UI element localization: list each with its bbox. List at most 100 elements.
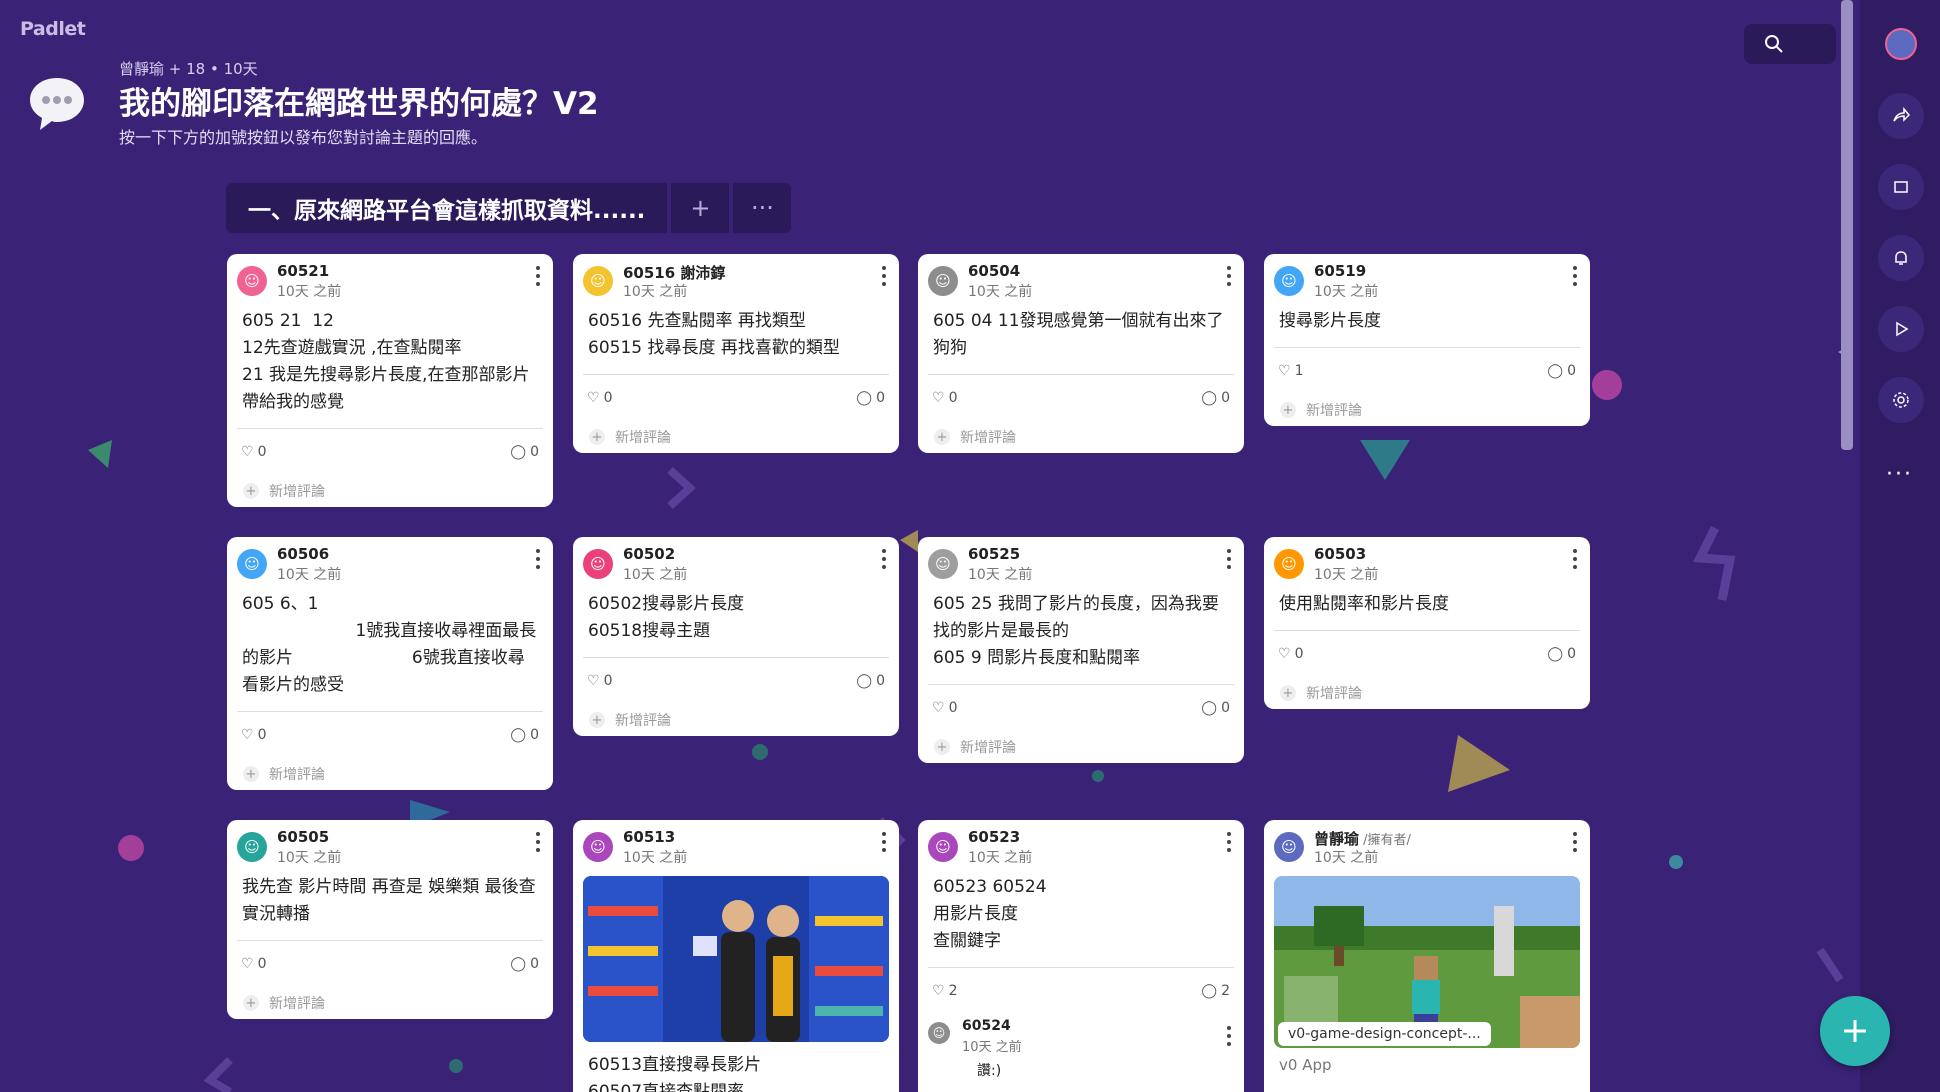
like-button[interactable]: ♡ 0 bbox=[1278, 646, 1303, 662]
comment-menu-button[interactable] bbox=[1224, 1024, 1234, 1048]
avatar: ☺ bbox=[928, 1022, 950, 1044]
post-menu-button[interactable] bbox=[533, 264, 543, 288]
user-avatar[interactable] bbox=[1885, 28, 1917, 60]
add-comment-button[interactable]: + 新增評論 bbox=[1264, 677, 1590, 709]
add-post-button[interactable] bbox=[1820, 996, 1890, 1066]
notifications-button[interactable] bbox=[1878, 235, 1924, 281]
post-menu-button[interactable] bbox=[533, 547, 543, 571]
post-menu-button[interactable] bbox=[879, 830, 889, 854]
post-time: 10天 之前 bbox=[277, 850, 342, 866]
like-button[interactable]: ♡ 0 bbox=[241, 727, 266, 743]
post-image[interactable] bbox=[583, 876, 889, 1042]
heart-icon: ♡ bbox=[932, 700, 945, 716]
comment-button[interactable]: ◯ 0 bbox=[1547, 363, 1576, 379]
post-card[interactable]: ☺ 60521 10天 之前 605 21 12 12先查遊戲實況 ,在查點閱率… bbox=[227, 254, 553, 507]
comment-icon: ◯ bbox=[1547, 363, 1564, 379]
like-button[interactable]: ♡ 1 bbox=[1278, 363, 1303, 379]
comment-button[interactable]: ◯ 2 bbox=[1201, 983, 1230, 999]
post-menu-button[interactable] bbox=[1570, 547, 1580, 571]
add-comment-button[interactable]: + 新增評論 bbox=[227, 987, 553, 1019]
add-comment-button[interactable]: + 新增評論 bbox=[1264, 394, 1590, 426]
post-author: 60505 bbox=[277, 828, 330, 846]
remake-button[interactable] bbox=[1878, 164, 1924, 210]
comment-count: 0 bbox=[876, 390, 885, 406]
post-body: 搜尋影片長度 bbox=[1279, 311, 1381, 331]
plus-icon: + bbox=[1280, 685, 1296, 701]
like-count: 0 bbox=[1294, 646, 1304, 662]
post-card[interactable]: ☺ 60523 10天 之前 60523 60524 用影片長度 查關鍵字 ♡ 2… bbox=[918, 820, 1244, 1092]
comment-button[interactable]: ◯ 0 bbox=[1201, 700, 1230, 716]
scrollbar[interactable] bbox=[1841, 0, 1853, 450]
post-menu-button[interactable] bbox=[879, 264, 889, 288]
comment-button[interactable]: ◯ 0 bbox=[856, 390, 885, 406]
link-source[interactable]: v0 App bbox=[1264, 1048, 1590, 1082]
add-comment-label: 新增評論 bbox=[615, 430, 671, 446]
add-comment-button[interactable]: + 新增評論 bbox=[227, 758, 553, 790]
like-count: 1 bbox=[1294, 363, 1304, 379]
post-card[interactable]: ☺ 60502 10天 之前 60502搜尋影片長度 60518搜尋主題 ♡ 0 … bbox=[573, 537, 899, 736]
post-menu-button[interactable] bbox=[1224, 547, 1234, 571]
add-comment-button[interactable]: + 新增評論 bbox=[918, 731, 1244, 763]
post-card[interactable]: ☺ 60503 10天 之前 使用點閱率和影片長度 ♡ 0 ◯ 0 + 新增評論 bbox=[1264, 537, 1590, 709]
add-comment-button[interactable]: + 新增評論 bbox=[573, 421, 899, 453]
add-comment-label: 新增評論 bbox=[1306, 686, 1362, 702]
post-menu-button[interactable] bbox=[1570, 830, 1580, 854]
heart-icon: ♡ bbox=[932, 390, 945, 406]
comment-count: 0 bbox=[1567, 363, 1576, 379]
comment-icon: ◯ bbox=[1547, 646, 1564, 662]
post-menu-button[interactable] bbox=[879, 547, 889, 571]
like-button[interactable]: ♡ 0 bbox=[587, 673, 612, 689]
post-menu-button[interactable] bbox=[1224, 830, 1234, 854]
plus-icon: + bbox=[243, 766, 259, 782]
post-menu-button[interactable] bbox=[1224, 264, 1234, 288]
post-body: 605 25 我問了影片的長度，因為我要找的影片是最長的 605 9 問影片長度… bbox=[933, 594, 1219, 668]
add-comment-label: 新增評論 bbox=[269, 996, 325, 1012]
avatar: ☺ bbox=[1274, 832, 1304, 862]
post-card[interactable]: ☺ 60516 謝沛錞 10天 之前 60516 先查點閱率 再找類型 6051… bbox=[573, 254, 899, 453]
comment-button[interactable]: ◯ 0 bbox=[510, 956, 539, 972]
post-time: 10天 之前 bbox=[277, 284, 342, 300]
post-author: 60525 bbox=[968, 545, 1021, 563]
more-options-icon[interactable]: ··· bbox=[1886, 462, 1913, 487]
post-card[interactable]: ☺ 曾靜瑜 /擁有者/ 10天 之前 v0-game-design-concep… bbox=[1264, 820, 1590, 1092]
like-button[interactable]: ♡ 0 bbox=[241, 444, 266, 460]
post-card[interactable]: ☺ 60505 10天 之前 我先查 影片時間 再查是 娛樂類 最後查 實況轉播… bbox=[227, 820, 553, 1019]
post-menu-button[interactable] bbox=[533, 830, 543, 854]
comment-icon: ◯ bbox=[1201, 700, 1218, 716]
settings-button[interactable] bbox=[1878, 377, 1924, 423]
comment-button[interactable]: ◯ 0 bbox=[1201, 390, 1230, 406]
post-menu-button[interactable] bbox=[1570, 264, 1580, 288]
comment-button[interactable]: ◯ 0 bbox=[856, 673, 885, 689]
comment-button[interactable]: ◯ 0 bbox=[1547, 646, 1576, 662]
plus-icon: + bbox=[243, 483, 259, 499]
heart-icon: ♡ bbox=[1278, 646, 1291, 662]
link-preview-image[interactable]: v0-game-design-concept-... bbox=[1274, 876, 1580, 1048]
bell-icon bbox=[1895, 251, 1907, 265]
search-button[interactable] bbox=[1744, 24, 1836, 64]
post-card[interactable]: ☺ 60506 10天 之前 605 6、1 1號我直接收尋裡面最長的影片 6號… bbox=[227, 537, 553, 790]
like-button[interactable]: ♡ 0 bbox=[241, 956, 266, 972]
like-button[interactable]: ♡ 0 bbox=[587, 390, 612, 406]
like-count: 0 bbox=[948, 390, 958, 406]
like-button[interactable]: ♡ 2 bbox=[932, 983, 957, 999]
comment-button[interactable]: ◯ 0 bbox=[510, 444, 539, 460]
add-comment-button[interactable]: + 新增評論 bbox=[573, 704, 899, 736]
comment-button[interactable]: ◯ 0 bbox=[510, 727, 539, 743]
post-author: 60513 bbox=[623, 828, 676, 846]
post-card[interactable]: ☺ 60519 10天 之前 搜尋影片長度 ♡ 1 ◯ 0 + 新增評論 bbox=[1264, 254, 1590, 426]
slideshow-button[interactable] bbox=[1878, 306, 1924, 352]
like-button[interactable]: ♡ 0 bbox=[932, 390, 957, 406]
post-card[interactable]: ☺ 60525 10天 之前 605 25 我問了影片的長度，因為我要找的影片是… bbox=[918, 537, 1244, 763]
heart-icon: ♡ bbox=[241, 727, 254, 743]
add-comment-button[interactable]: + 新增評論 bbox=[227, 475, 553, 507]
post-author: 曾靜瑜 /擁有者/ bbox=[1314, 828, 1411, 849]
post-author: 60521 bbox=[277, 262, 330, 280]
share-button[interactable] bbox=[1878, 93, 1924, 139]
add-comment-label: 新增評論 bbox=[269, 767, 325, 783]
post-card[interactable]: ☺ 60504 10天 之前 605 04 11發現感覺第一個就有出來了 狗狗 … bbox=[918, 254, 1244, 453]
add-comment-button[interactable]: + 新增評論 bbox=[918, 421, 1244, 453]
post-card[interactable]: ☺ 60513 10天 之前 60513直接搜尋長影片 60507直接查點閱率 bbox=[573, 820, 899, 1092]
like-button[interactable]: ♡ 0 bbox=[932, 700, 957, 716]
avatar: ☺ bbox=[237, 266, 267, 296]
comment-count: 2 bbox=[1221, 983, 1230, 999]
